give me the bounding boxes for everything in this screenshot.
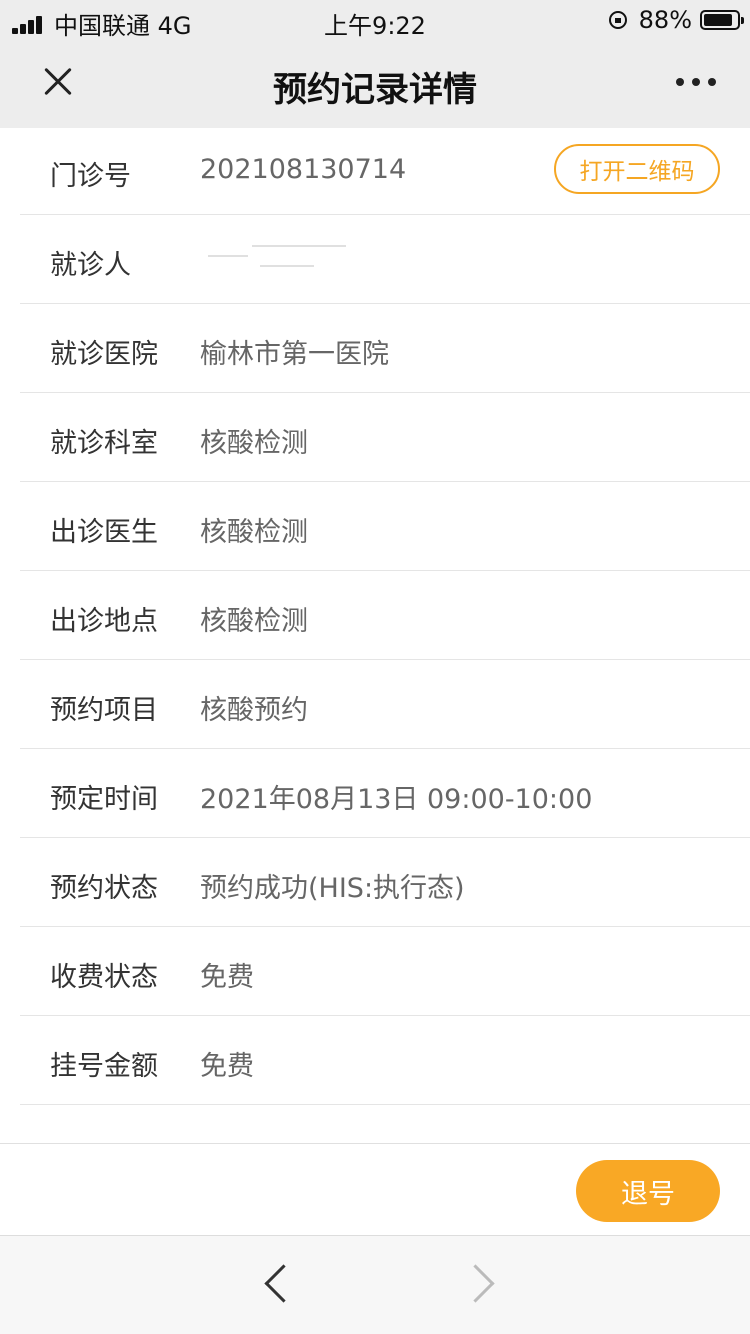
row-value: 202108130714 — [200, 154, 407, 185]
redacted-patient-name — [208, 239, 348, 269]
row-location: 出诊地点 核酸检测 — [20, 571, 750, 660]
row-label: 预约状态 — [50, 873, 158, 904]
action-bar: 退号 — [0, 1143, 750, 1236]
row-status: 预约状态 预约成功(HIS:执行态) — [20, 838, 750, 927]
detail-list: 门诊号 202108130714 打开二维码 就诊人 就诊医院 榆林市第一医院 … — [0, 126, 750, 1105]
browser-toolbar — [0, 1235, 750, 1334]
chevron-right-icon[interactable] — [456, 1264, 495, 1303]
rotation-lock-icon — [608, 11, 627, 29]
row-label: 收费状态 — [50, 962, 158, 993]
battery-fill — [704, 14, 732, 26]
row-value: 核酸检测 — [200, 428, 308, 459]
row-fee-amount: 挂号金额 免费 — [20, 1016, 750, 1105]
phone-screen: 中国联通 4G 上午9:22 88% 预约记录详情 门诊号 2021081307… — [0, 0, 750, 1334]
row-clinic-number: 门诊号 202108130714 打开二维码 — [20, 126, 750, 215]
row-label: 出诊医生 — [50, 517, 158, 548]
open-qrcode-button[interactable]: 打开二维码 — [554, 144, 720, 194]
refund-button[interactable]: 退号 — [576, 1160, 720, 1222]
battery-icon — [700, 10, 744, 30]
status-right: 88% — [608, 6, 744, 34]
row-label: 挂号金额 — [50, 1051, 158, 1082]
row-value: 榆林市第一医院 — [200, 339, 389, 370]
row-value: 免费 — [200, 962, 254, 993]
chevron-left-icon[interactable] — [264, 1264, 303, 1303]
row-doctor: 出诊医生 核酸检测 — [20, 482, 750, 571]
row-value: 免费 — [200, 1051, 254, 1082]
row-label: 预约项目 — [50, 695, 158, 726]
row-label: 就诊人 — [50, 250, 131, 281]
page-title: 预约记录详情 — [273, 70, 477, 110]
more-icon[interactable] — [676, 76, 716, 88]
row-value: 核酸预约 — [200, 695, 308, 726]
row-label: 就诊科室 — [50, 428, 158, 459]
row-label: 就诊医院 — [50, 339, 158, 370]
row-patient: 就诊人 — [20, 215, 750, 304]
row-label: 预定时间 — [50, 784, 158, 815]
row-hospital: 就诊医院 榆林市第一医院 — [20, 304, 750, 393]
row-value: 2021年08月13日 09:00-10:00 — [200, 784, 593, 815]
row-time: 预定时间 2021年08月13日 09:00-10:00 — [20, 749, 750, 838]
row-fee-status: 收费状态 免费 — [20, 927, 750, 1016]
battery-percent: 88% — [638, 6, 692, 34]
nav-bar: 预约记录详情 — [0, 40, 750, 128]
row-value: 核酸检测 — [200, 606, 308, 637]
row-value: 预约成功(HIS:执行态) — [200, 873, 465, 904]
row-label: 出诊地点 — [50, 606, 158, 637]
row-label: 门诊号 — [50, 161, 131, 192]
row-value: 核酸检测 — [200, 517, 308, 548]
row-department: 就诊科室 核酸检测 — [20, 393, 750, 482]
row-item: 预约项目 核酸预约 — [20, 660, 750, 749]
status-bar: 中国联通 4G 上午9:22 88% — [0, 0, 750, 40]
